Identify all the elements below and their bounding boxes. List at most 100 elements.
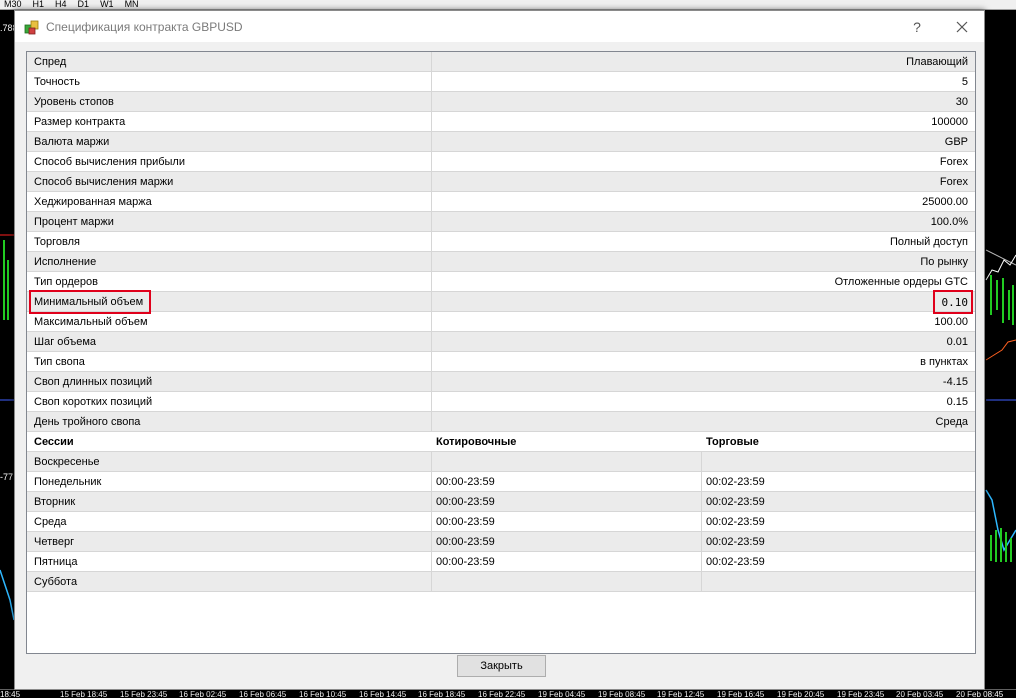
close-button[interactable]: Закрыть <box>457 655 546 677</box>
close-icon[interactable] <box>951 17 973 37</box>
spec-row[interactable]: Максимальный объем 100.00 <box>27 312 975 332</box>
spec-name: Своп длинных позиций <box>34 376 153 388</box>
spec-row[interactable]: Исполнение По рынку <box>27 252 975 272</box>
spec-value: Отложенные ордеры GTC <box>834 276 968 288</box>
spec-row[interactable]: Минимальный объем 0.10 <box>27 292 975 312</box>
contract-spec-dialog: Спецификация контракта GBPUSD ? Спред Пла… <box>14 10 985 690</box>
column-separator <box>431 192 432 211</box>
column-separator <box>701 472 702 491</box>
spec-list[interactable]: Спред Плавающий Точность 5 Уровень стопов 30 Р… <box>26 51 976 654</box>
session-row[interactable]: Пятница 00:00-23:59 00:02-23:59 <box>27 552 975 572</box>
time-tick-label: 20 Feb 03:45 <box>896 690 944 698</box>
spec-row[interactable]: Шаг объема 0.01 <box>27 332 975 352</box>
timeframe-w1-button[interactable]: W1 <box>96 0 121 9</box>
help-button[interactable]: ? <box>907 18 927 36</box>
session-day: Пятница <box>34 556 78 568</box>
spec-value: 5 <box>961 76 968 88</box>
column-separator <box>431 412 432 431</box>
column-separator <box>431 312 432 331</box>
column-separator <box>431 292 432 311</box>
spec-name: День тройного свопа <box>34 416 141 428</box>
column-separator <box>431 52 432 71</box>
spec-value: 0.01 <box>946 336 968 348</box>
column-separator <box>431 572 432 591</box>
session-row[interactable]: Среда 00:00-23:59 00:02-23:59 <box>27 512 975 532</box>
timeframe-h1-button[interactable]: H1 <box>29 0 52 9</box>
timeframe-m30-button[interactable]: M30 <box>0 0 29 9</box>
spec-name: Своп коротких позиций <box>34 396 153 408</box>
session-quote-hours: 00:00-23:59 <box>436 476 495 488</box>
spec-value: 0.15 <box>946 396 968 408</box>
sessions-header-trade: Торговые <box>706 436 759 448</box>
spec-value: Полный доступ <box>889 236 968 248</box>
spec-name: Исполнение <box>34 256 97 268</box>
session-trade-hours: 00:02-23:59 <box>706 496 765 508</box>
spec-name: Валюта маржи <box>34 136 110 148</box>
column-separator <box>431 352 432 371</box>
spec-row[interactable]: Хеджированная маржа 25000.00 <box>27 192 975 212</box>
time-tick-label: 16 Feb 10:45 <box>299 690 347 698</box>
spec-row[interactable]: Способ вычисления прибыли Forex <box>27 152 975 172</box>
session-row[interactable]: Воскресенье <box>27 452 975 472</box>
session-row[interactable]: Вторник 00:00-23:59 00:02-23:59 <box>27 492 975 512</box>
time-tick-label: 15 Feb 23:45 <box>120 690 168 698</box>
spec-row[interactable]: Своп коротких позиций 0.15 <box>27 392 975 412</box>
spec-value: 25000.00 <box>922 196 968 208</box>
session-row[interactable]: Понедельник 00:00-23:59 00:02-23:59 <box>27 472 975 492</box>
column-separator <box>431 112 432 131</box>
session-trade-hours: 00:02-23:59 <box>706 476 765 488</box>
session-day: Среда <box>34 516 67 528</box>
spec-value: Плавающий <box>906 56 968 68</box>
spec-row[interactable]: День тройного свопа Среда <box>27 412 975 432</box>
dialog-titlebar[interactable]: Спецификация контракта GBPUSD ? <box>15 11 984 42</box>
column-separator <box>431 552 432 571</box>
session-row[interactable]: Суббота <box>27 572 975 592</box>
spec-name: Тип ордеров <box>34 276 98 288</box>
spec-row[interactable]: Способ вычисления маржи Forex <box>27 172 975 192</box>
indicator-label-left: -77 <box>0 472 14 482</box>
dialog-title: Спецификация контракта GBPUSD <box>46 20 243 34</box>
spec-name: Тип свопа <box>34 356 85 368</box>
session-trade-hours: 00:02-23:59 <box>706 556 765 568</box>
spec-row[interactable]: Валюта маржи GBP <box>27 132 975 152</box>
spec-row[interactable]: Размер контракта 100000 <box>27 112 975 132</box>
spec-value: Forex <box>939 156 968 168</box>
column-separator <box>431 272 432 291</box>
column-separator <box>431 232 432 251</box>
spec-row[interactable]: Уровень стопов 30 <box>27 92 975 112</box>
session-quote-hours: 00:00-23:59 <box>436 516 495 528</box>
spec-name: Размер контракта <box>34 116 126 128</box>
spec-value: По рынку <box>920 256 968 268</box>
spec-row[interactable]: Своп длинных позиций -4.15 <box>27 372 975 392</box>
time-tick-label: 15 Feb 18:45 <box>60 690 108 698</box>
spec-value: -4.15 <box>942 376 968 388</box>
spec-row[interactable]: Торговля Полный доступ <box>27 232 975 252</box>
column-separator <box>431 492 432 511</box>
spec-name: Спред <box>34 56 67 68</box>
time-tick-label: 19 Feb 04:45 <box>538 690 586 698</box>
time-tick-label: 16 Feb 22:45 <box>478 690 526 698</box>
column-separator <box>701 572 702 591</box>
column-separator <box>431 92 432 111</box>
spec-name: Торговля <box>34 236 80 248</box>
session-row[interactable]: Четверг 00:00-23:59 00:02-23:59 <box>27 532 975 552</box>
timeframe-mn-button[interactable]: MN <box>121 0 146 9</box>
spec-name: Уровень стопов <box>34 96 114 108</box>
spec-value: 100.0% <box>930 216 968 228</box>
column-separator <box>431 252 432 271</box>
spec-row[interactable]: Процент маржи 100.0% <box>27 212 975 232</box>
spec-row[interactable]: Спред Плавающий <box>27 52 975 72</box>
spec-value: 100.00 <box>934 316 968 328</box>
column-separator <box>431 152 432 171</box>
timeframe-h4-button[interactable]: H4 <box>51 0 74 9</box>
column-separator <box>431 132 432 151</box>
timeframe-toolbar: M30 H1 H4 D1 W1 MN <box>0 0 1016 10</box>
spec-row[interactable]: Точность 5 <box>27 72 975 92</box>
spec-row[interactable]: Тип ордеров Отложенные ордеры GTC <box>27 272 975 292</box>
timeframe-d1-button[interactable]: D1 <box>74 0 97 9</box>
column-separator <box>431 472 432 491</box>
spec-row[interactable]: Тип свопа в пунктах <box>27 352 975 372</box>
column-separator <box>431 332 432 351</box>
time-tick-label: 16 Feb 06:45 <box>239 690 287 698</box>
time-tick-label: 16 Feb 02:45 <box>179 690 227 698</box>
